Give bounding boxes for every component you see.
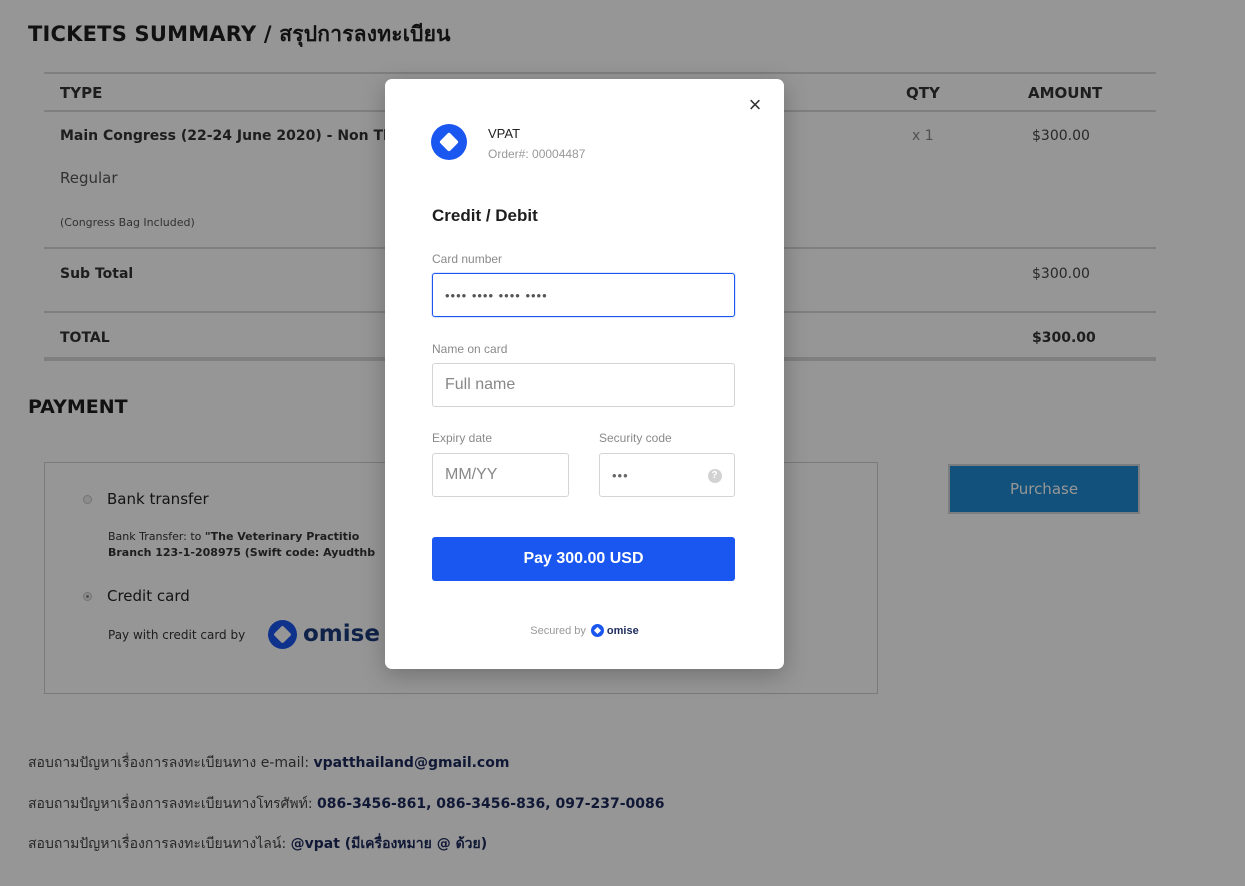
secured-by-footer: Secured by omise: [385, 624, 784, 637]
payment-modal: × VPAT Order#: 00004487 Credit / Debit C…: [385, 79, 784, 669]
close-icon[interactable]: ×: [743, 93, 767, 117]
name-on-card-input[interactable]: Full name: [432, 363, 735, 407]
secured-brand: omise: [606, 624, 639, 637]
name-on-card-label: Name on card: [432, 342, 508, 356]
form-title: Credit / Debit: [432, 206, 538, 225]
card-number-label: Card number: [432, 252, 503, 266]
help-icon[interactable]: ?: [708, 469, 722, 483]
pay-button[interactable]: Pay 300.00 USD: [432, 537, 735, 581]
merchant-logo-icon: [431, 124, 467, 160]
security-code-label: Security code: [599, 431, 672, 445]
merchant-name: VPAT: [488, 126, 521, 141]
expiry-date-label: Expiry date: [432, 431, 493, 445]
security-code-input[interactable]: ••• ?: [599, 453, 735, 497]
card-number-input[interactable]: •••• •••• •••• ••••: [432, 273, 735, 317]
secured-by-text: Secured by: [530, 624, 586, 637]
security-code-value: •••: [612, 467, 629, 483]
expiry-date-input[interactable]: MM/YY: [432, 453, 569, 497]
omise-mark-icon: [590, 624, 604, 637]
order-number: Order#: 00004487: [488, 147, 586, 161]
